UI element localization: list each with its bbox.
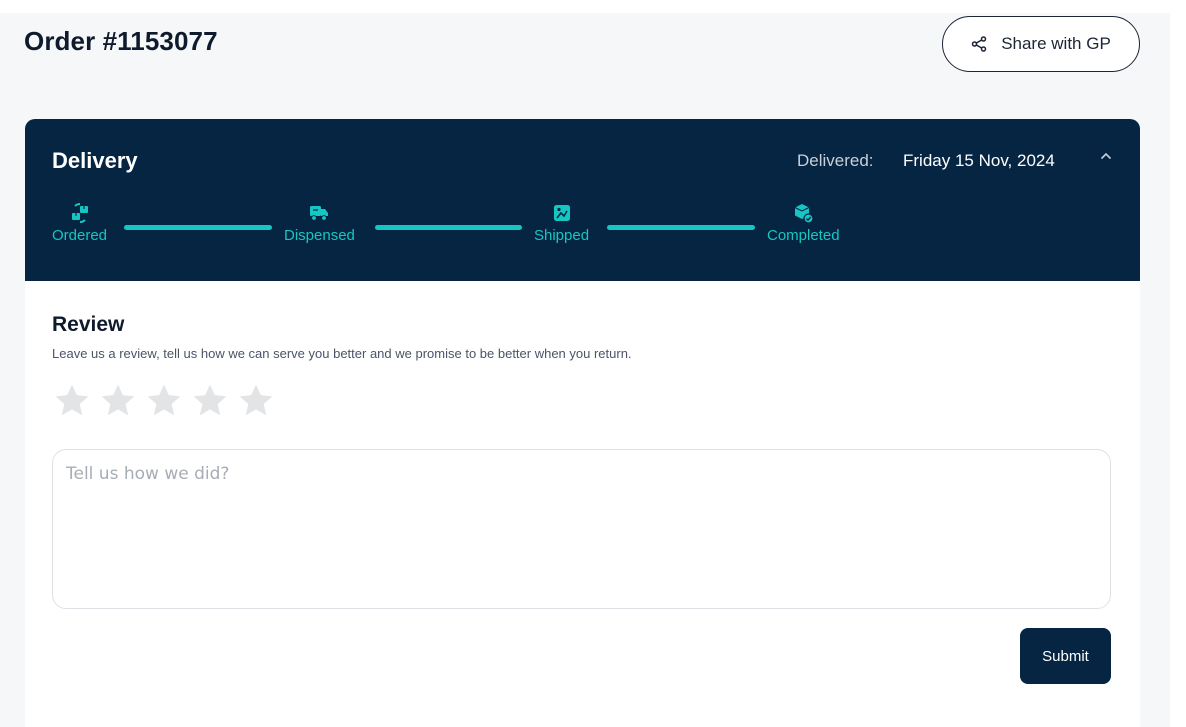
star-icon[interactable] [144, 381, 184, 421]
review-title: Review [52, 313, 125, 336]
star-icon[interactable] [190, 381, 230, 421]
delivered-date: Friday 15 Nov, 2024 [903, 151, 1055, 170]
order-card: Delivery Delivered: Friday 15 Nov, 2024 … [25, 119, 1140, 727]
review-textarea[interactable] [52, 449, 1111, 609]
delivery-title: Delivery [52, 148, 138, 173]
star-icon[interactable] [236, 381, 276, 421]
delivered-label: Delivered: [797, 151, 874, 170]
step-dispensed: Dispensed [284, 201, 355, 244]
step-completed: Completed [767, 201, 840, 244]
box-check-icon [795, 204, 814, 224]
submit-button[interactable]: Submit [1020, 628, 1111, 684]
step-connector [375, 225, 522, 230]
chevron-up-icon [1100, 152, 1112, 160]
step-label-dispensed: Dispensed [284, 227, 355, 244]
step-label-shipped: Shipped [534, 227, 590, 244]
star-icon[interactable] [52, 381, 92, 421]
page-title: Order #1153077 [24, 26, 218, 56]
step-label-completed: Completed [767, 227, 840, 244]
collapse-delivery-button[interactable] [1093, 143, 1119, 169]
share-button-label: Share with GP [1001, 34, 1111, 53]
review-subtitle: Leave us a review, tell us how we can se… [52, 346, 632, 361]
star-rating [52, 381, 276, 421]
share-icon [971, 36, 987, 52]
share-with-gp-button[interactable]: Share with GP [942, 16, 1140, 72]
boxes-cycle-icon [71, 203, 88, 223]
step-connector [607, 225, 755, 230]
delivery-panel: Delivery Delivered: Friday 15 Nov, 2024 … [25, 119, 1140, 281]
shipped-box-icon [553, 205, 570, 221]
star-icon[interactable] [98, 381, 138, 421]
step-connector [124, 225, 272, 230]
delivery-truck-icon [310, 206, 329, 221]
step-ordered: Ordered [52, 201, 107, 244]
step-label-ordered: Ordered [52, 227, 108, 244]
step-shipped: Shipped [534, 201, 589, 244]
